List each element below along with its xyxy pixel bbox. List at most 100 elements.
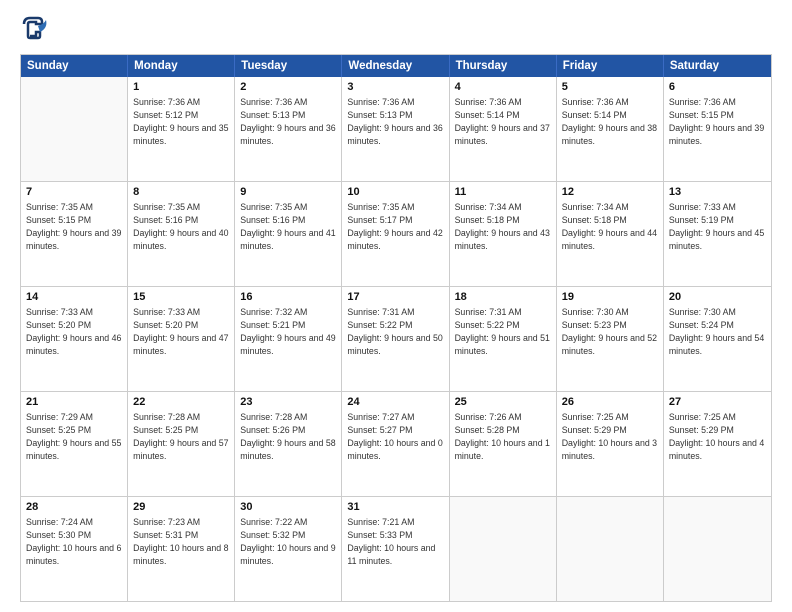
calendar-cell (21, 77, 128, 181)
day-info: Sunrise: 7:33 AMSunset: 5:20 PMDaylight:… (26, 306, 122, 357)
day-number: 11 (455, 185, 551, 200)
day-number: 7 (26, 185, 122, 200)
calendar-cell: 10Sunrise: 7:35 AMSunset: 5:17 PMDayligh… (342, 182, 449, 286)
logo (20, 16, 52, 44)
calendar-cell (450, 497, 557, 601)
calendar-cell: 12Sunrise: 7:34 AMSunset: 5:18 PMDayligh… (557, 182, 664, 286)
calendar-cell: 13Sunrise: 7:33 AMSunset: 5:19 PMDayligh… (664, 182, 771, 286)
calendar-cell: 30Sunrise: 7:22 AMSunset: 5:32 PMDayligh… (235, 497, 342, 601)
day-number: 21 (26, 395, 122, 410)
day-number: 13 (669, 185, 766, 200)
day-number: 26 (562, 395, 658, 410)
day-number: 24 (347, 395, 443, 410)
header-cell-wednesday: Wednesday (342, 55, 449, 77)
day-info: Sunrise: 7:25 AMSunset: 5:29 PMDaylight:… (669, 411, 766, 462)
day-number: 9 (240, 185, 336, 200)
day-info: Sunrise: 7:22 AMSunset: 5:32 PMDaylight:… (240, 516, 336, 567)
day-info: Sunrise: 7:28 AMSunset: 5:26 PMDaylight:… (240, 411, 336, 462)
day-number: 19 (562, 290, 658, 305)
calendar-cell: 11Sunrise: 7:34 AMSunset: 5:18 PMDayligh… (450, 182, 557, 286)
logo-icon (20, 16, 48, 44)
calendar-cell: 8Sunrise: 7:35 AMSunset: 5:16 PMDaylight… (128, 182, 235, 286)
calendar-cell: 29Sunrise: 7:23 AMSunset: 5:31 PMDayligh… (128, 497, 235, 601)
calendar-cell: 1Sunrise: 7:36 AMSunset: 5:12 PMDaylight… (128, 77, 235, 181)
day-number: 31 (347, 500, 443, 515)
day-info: Sunrise: 7:31 AMSunset: 5:22 PMDaylight:… (347, 306, 443, 357)
header (20, 16, 772, 44)
calendar-cell: 26Sunrise: 7:25 AMSunset: 5:29 PMDayligh… (557, 392, 664, 496)
calendar-cell: 16Sunrise: 7:32 AMSunset: 5:21 PMDayligh… (235, 287, 342, 391)
day-number: 28 (26, 500, 122, 515)
day-number: 10 (347, 185, 443, 200)
day-number: 22 (133, 395, 229, 410)
day-info: Sunrise: 7:30 AMSunset: 5:24 PMDaylight:… (669, 306, 766, 357)
day-number: 18 (455, 290, 551, 305)
day-number: 14 (26, 290, 122, 305)
calendar-cell (664, 497, 771, 601)
header-cell-thursday: Thursday (450, 55, 557, 77)
day-info: Sunrise: 7:27 AMSunset: 5:27 PMDaylight:… (347, 411, 443, 462)
calendar-row-3: 21Sunrise: 7:29 AMSunset: 5:25 PMDayligh… (21, 391, 771, 496)
header-cell-sunday: Sunday (21, 55, 128, 77)
day-info: Sunrise: 7:33 AMSunset: 5:19 PMDaylight:… (669, 201, 766, 252)
header-cell-saturday: Saturday (664, 55, 771, 77)
day-info: Sunrise: 7:36 AMSunset: 5:15 PMDaylight:… (669, 96, 766, 147)
day-number: 3 (347, 80, 443, 95)
day-info: Sunrise: 7:35 AMSunset: 5:15 PMDaylight:… (26, 201, 122, 252)
day-info: Sunrise: 7:33 AMSunset: 5:20 PMDaylight:… (133, 306, 229, 357)
calendar-cell: 7Sunrise: 7:35 AMSunset: 5:15 PMDaylight… (21, 182, 128, 286)
calendar-cell: 18Sunrise: 7:31 AMSunset: 5:22 PMDayligh… (450, 287, 557, 391)
day-number: 12 (562, 185, 658, 200)
day-info: Sunrise: 7:35 AMSunset: 5:16 PMDaylight:… (240, 201, 336, 252)
day-info: Sunrise: 7:31 AMSunset: 5:22 PMDaylight:… (455, 306, 551, 357)
calendar-cell: 17Sunrise: 7:31 AMSunset: 5:22 PMDayligh… (342, 287, 449, 391)
calendar-cell: 19Sunrise: 7:30 AMSunset: 5:23 PMDayligh… (557, 287, 664, 391)
calendar-header: SundayMondayTuesdayWednesdayThursdayFrid… (21, 55, 771, 77)
calendar-cell: 3Sunrise: 7:36 AMSunset: 5:13 PMDaylight… (342, 77, 449, 181)
day-number: 2 (240, 80, 336, 95)
day-number: 27 (669, 395, 766, 410)
calendar-row-1: 7Sunrise: 7:35 AMSunset: 5:15 PMDaylight… (21, 181, 771, 286)
header-cell-friday: Friday (557, 55, 664, 77)
day-info: Sunrise: 7:25 AMSunset: 5:29 PMDaylight:… (562, 411, 658, 462)
day-info: Sunrise: 7:36 AMSunset: 5:14 PMDaylight:… (455, 96, 551, 147)
day-info: Sunrise: 7:36 AMSunset: 5:14 PMDaylight:… (562, 96, 658, 147)
calendar-cell: 27Sunrise: 7:25 AMSunset: 5:29 PMDayligh… (664, 392, 771, 496)
day-number: 4 (455, 80, 551, 95)
day-number: 15 (133, 290, 229, 305)
calendar-cell: 28Sunrise: 7:24 AMSunset: 5:30 PMDayligh… (21, 497, 128, 601)
calendar-cell (557, 497, 664, 601)
day-info: Sunrise: 7:34 AMSunset: 5:18 PMDaylight:… (455, 201, 551, 252)
calendar-cell: 22Sunrise: 7:28 AMSunset: 5:25 PMDayligh… (128, 392, 235, 496)
day-number: 17 (347, 290, 443, 305)
day-info: Sunrise: 7:26 AMSunset: 5:28 PMDaylight:… (455, 411, 551, 462)
calendar-cell: 24Sunrise: 7:27 AMSunset: 5:27 PMDayligh… (342, 392, 449, 496)
calendar-cell: 5Sunrise: 7:36 AMSunset: 5:14 PMDaylight… (557, 77, 664, 181)
day-info: Sunrise: 7:36 AMSunset: 5:13 PMDaylight:… (347, 96, 443, 147)
day-info: Sunrise: 7:36 AMSunset: 5:12 PMDaylight:… (133, 96, 229, 147)
day-number: 6 (669, 80, 766, 95)
calendar-body: 1Sunrise: 7:36 AMSunset: 5:12 PMDaylight… (21, 77, 771, 601)
calendar-cell: 15Sunrise: 7:33 AMSunset: 5:20 PMDayligh… (128, 287, 235, 391)
calendar-cell: 14Sunrise: 7:33 AMSunset: 5:20 PMDayligh… (21, 287, 128, 391)
calendar-row-0: 1Sunrise: 7:36 AMSunset: 5:12 PMDaylight… (21, 77, 771, 181)
day-number: 30 (240, 500, 336, 515)
calendar-cell: 31Sunrise: 7:21 AMSunset: 5:33 PMDayligh… (342, 497, 449, 601)
page: SundayMondayTuesdayWednesdayThursdayFrid… (0, 0, 792, 612)
calendar-cell: 23Sunrise: 7:28 AMSunset: 5:26 PMDayligh… (235, 392, 342, 496)
day-info: Sunrise: 7:29 AMSunset: 5:25 PMDaylight:… (26, 411, 122, 462)
day-number: 23 (240, 395, 336, 410)
day-number: 29 (133, 500, 229, 515)
calendar-cell: 2Sunrise: 7:36 AMSunset: 5:13 PMDaylight… (235, 77, 342, 181)
day-info: Sunrise: 7:36 AMSunset: 5:13 PMDaylight:… (240, 96, 336, 147)
day-number: 8 (133, 185, 229, 200)
calendar-row-2: 14Sunrise: 7:33 AMSunset: 5:20 PMDayligh… (21, 286, 771, 391)
day-number: 25 (455, 395, 551, 410)
day-info: Sunrise: 7:35 AMSunset: 5:17 PMDaylight:… (347, 201, 443, 252)
day-info: Sunrise: 7:23 AMSunset: 5:31 PMDaylight:… (133, 516, 229, 567)
day-info: Sunrise: 7:24 AMSunset: 5:30 PMDaylight:… (26, 516, 122, 567)
day-info: Sunrise: 7:21 AMSunset: 5:33 PMDaylight:… (347, 516, 443, 567)
day-number: 20 (669, 290, 766, 305)
calendar-row-4: 28Sunrise: 7:24 AMSunset: 5:30 PMDayligh… (21, 496, 771, 601)
day-info: Sunrise: 7:34 AMSunset: 5:18 PMDaylight:… (562, 201, 658, 252)
